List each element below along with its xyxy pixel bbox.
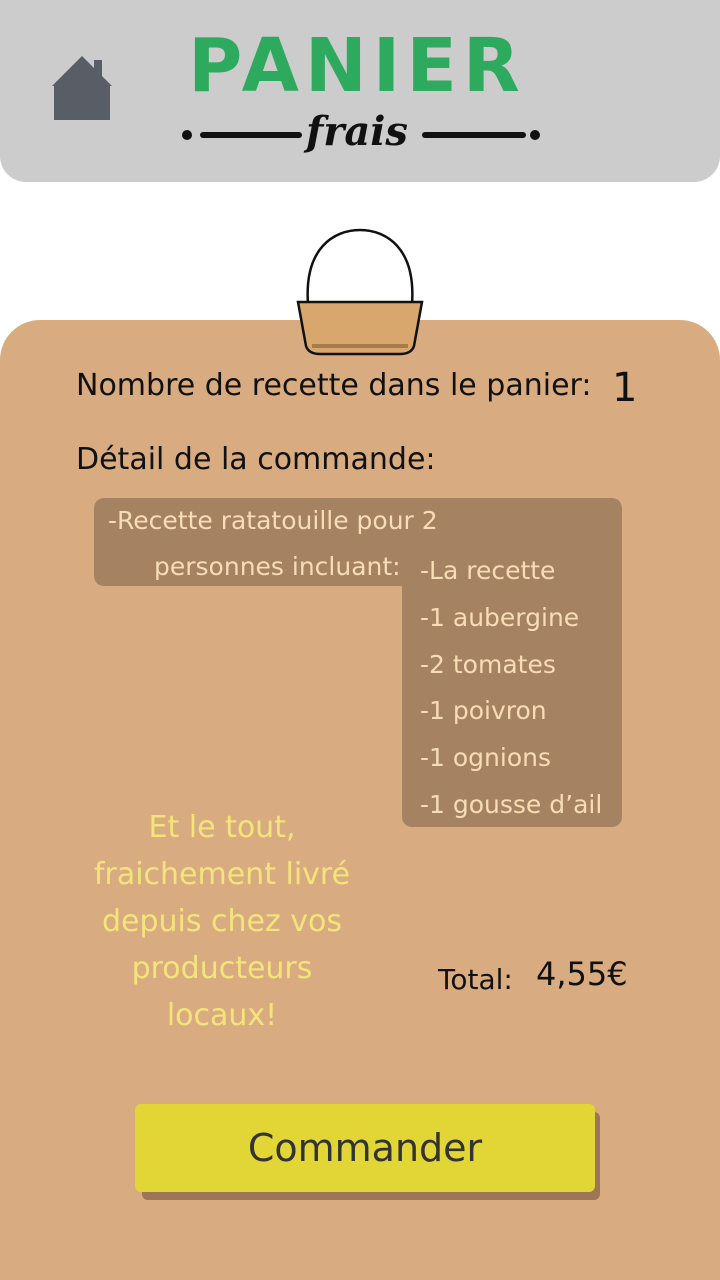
logo-title: PANIER [188, 23, 526, 109]
ingredient-list: -La recette -1 aubergine -2 tomates -1 p… [420, 554, 602, 835]
logo-divider-right [422, 132, 526, 138]
order-button[interactable]: Commander [135, 1104, 595, 1192]
promo-line: producteurs [131, 951, 313, 986]
promo-message: Et le tout, fraichement livré depuis che… [72, 804, 372, 1039]
ingredient-item: -1 ognions [420, 743, 551, 773]
promo-line: fraichement livré [93, 857, 351, 892]
ingredient-item: -1 aubergine [420, 602, 580, 632]
logo-dot-right [530, 130, 540, 140]
recipe-count-label: Nombre de recette dans le panier: [76, 368, 592, 403]
promo-line: Et le tout, [148, 810, 296, 845]
ingredient-item: -La recette [420, 556, 556, 585]
recipe-count-value: 1 [612, 365, 638, 411]
recipe-title-line1: -Recette ratatouille pour 2 [108, 506, 438, 535]
ingredient-item: -2 tomates [420, 649, 556, 679]
order-detail-title: Détail de la commande: [76, 442, 436, 477]
ingredient-item: -1 gousse d’ail [420, 789, 603, 819]
promo-line: locaux! [166, 998, 278, 1033]
home-icon[interactable] [48, 52, 116, 124]
total-label: Total: [438, 963, 513, 996]
basket-icon [296, 228, 424, 356]
ingredient-item: -1 poivron [420, 696, 547, 726]
app-logo: PANIER frais [176, 26, 546, 166]
app-header: PANIER frais [0, 0, 720, 182]
promo-line: depuis chez vos [101, 904, 343, 939]
recipe-title-line2: personnes incluant: [154, 552, 401, 581]
total-value: 4,55€ [536, 955, 628, 993]
